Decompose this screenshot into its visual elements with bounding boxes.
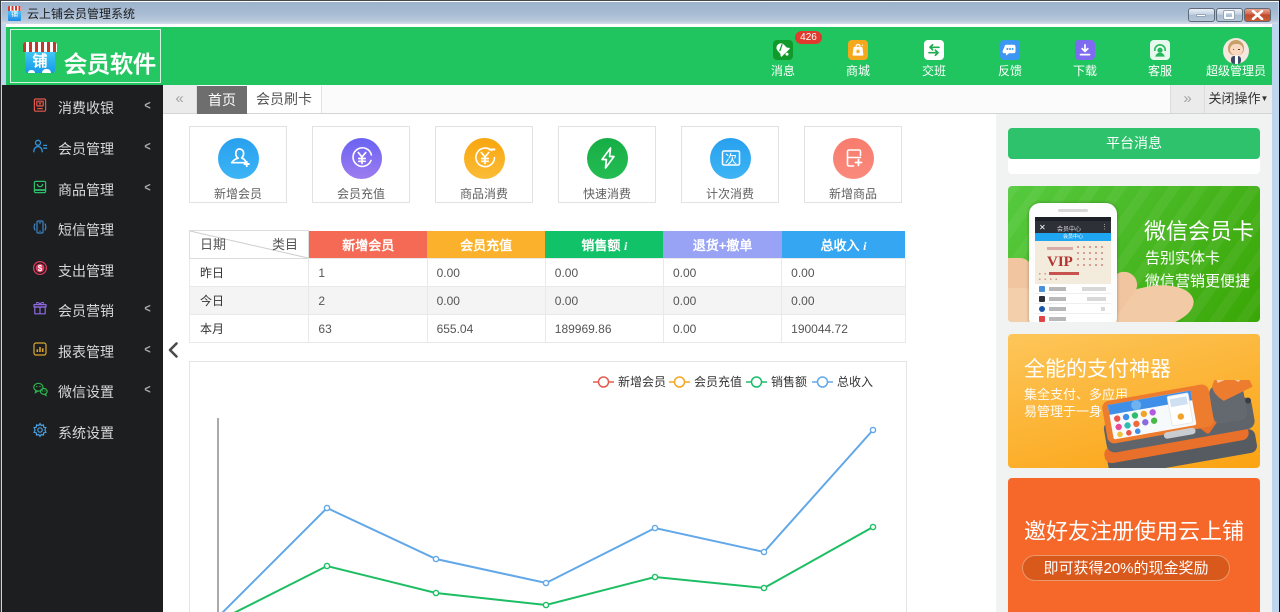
svg-text:会员充值: 会员充值: [694, 374, 742, 389]
svg-text:销售额: 销售额: [771, 374, 807, 389]
svg-text:次: 次: [725, 152, 737, 166]
svg-text:日期: 日期: [200, 237, 226, 252]
svg-text:新增会员: 新增会员: [618, 374, 666, 389]
svg-text:$: $: [38, 264, 43, 273]
svg-text:总收入: 总收入: [837, 375, 873, 389]
svg-text:类目: 类目: [272, 237, 298, 252]
